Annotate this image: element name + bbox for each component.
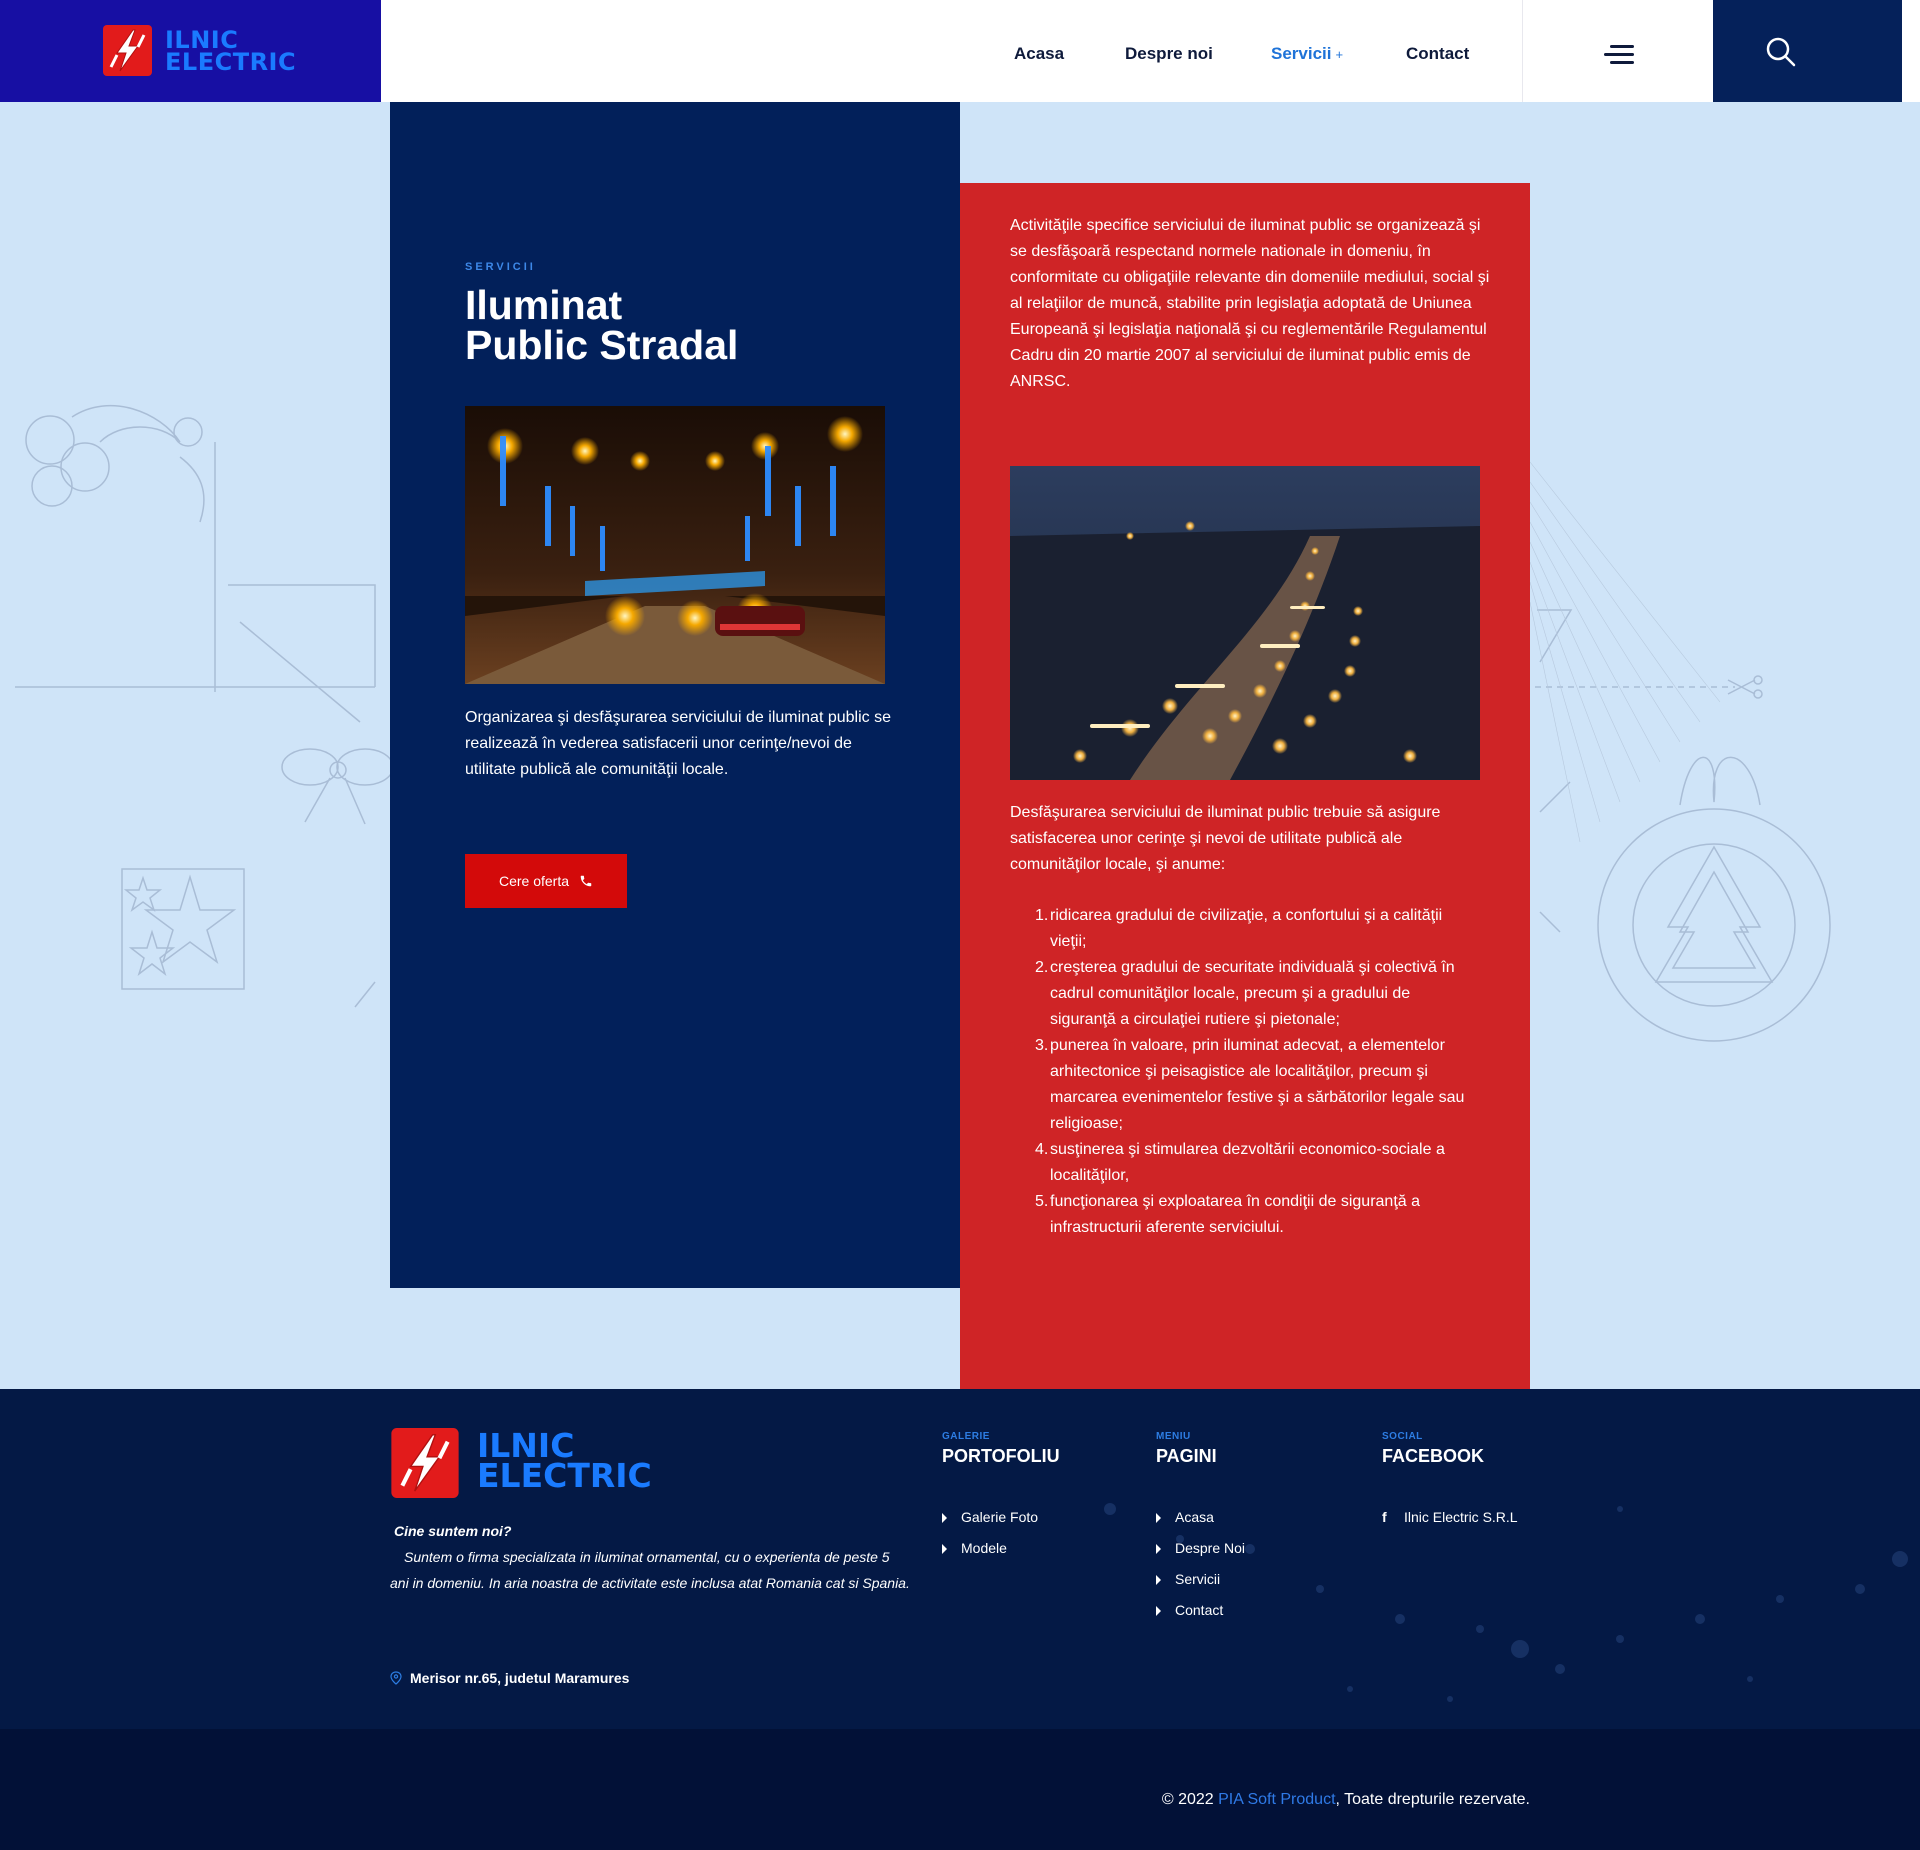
list-item-number: 1. (1035, 907, 1049, 924)
column-heading: PORTOFOLIU (942, 1446, 1060, 1466)
logo[interactable]: ILNIC ELECTRIC (0, 0, 381, 102)
caret-right-icon (1156, 1605, 1161, 1616)
footer-link-acasa[interactable]: Acasa (1156, 1502, 1245, 1533)
copyright-link[interactable]: PIA Soft Product (1218, 1791, 1335, 1808)
city-night-lights-photo (1010, 466, 1480, 780)
column-heading: FACEBOOK (1382, 1446, 1485, 1466)
nav-item-servicii[interactable]: Servicii + (1271, 44, 1343, 64)
lightning-logo-icon (103, 25, 152, 76)
list-item-number: 5. (1035, 1193, 1049, 1210)
copyright-suffix: , Toate drepturile rezervate. (1335, 1791, 1530, 1808)
footer-link-label: Modele (961, 1540, 1007, 1556)
nav-item-servicii-label: Servicii (1271, 44, 1332, 63)
section-eyebrow: SERVICII (465, 261, 536, 273)
header-divider (1522, 0, 1523, 102)
footer-column-portfolio: GALERIE PORTOFOLIU Galerie Foto Modele (942, 1431, 1060, 1564)
caret-right-icon (942, 1512, 947, 1523)
list-item-number: 2. (1035, 959, 1049, 976)
list-item-text: ridicarea gradului de civilizaţie, a con… (1050, 907, 1443, 950)
column-eyebrow: MENIU (1156, 1431, 1191, 1442)
footer-bottom-bar: © 2022 PIA Soft Product, Toate drepturil… (0, 1729, 1920, 1850)
footer-brand-name: ILNIC ELECTRIC (477, 1429, 652, 1495)
footer-link-label: Ilnic Electric S.R.L (1404, 1509, 1518, 1525)
copyright-prefix: © 2022 (1161, 1791, 1219, 1808)
address-text: Merisor nr.65, judetul Maramures (410, 1670, 630, 1686)
page-title-line-1: Iluminat (465, 282, 623, 328)
footer-link-label: Contact (1175, 1602, 1224, 1618)
nav-item-servicii-plus: + (1335, 47, 1344, 62)
caret-right-icon (1156, 1512, 1161, 1523)
brand-name: ILNIC ELECTRIC (165, 28, 297, 76)
list-item: 2. creşterea gradului de securitate indiv… (1010, 955, 1480, 1033)
footer-link-label: Despre Noi (1175, 1540, 1246, 1556)
map-pin-icon (390, 1671, 402, 1685)
list-item-number: 3. (1035, 1037, 1049, 1054)
request-offer-label: Cere oferta (498, 873, 570, 889)
list-item: 1. ridicarea gradului de civilizaţie, a c… (1010, 903, 1480, 955)
footer-link-contact[interactable]: Contact (1156, 1595, 1245, 1626)
footer-link-modele[interactable]: Modele (942, 1533, 1060, 1564)
request-offer-button[interactable]: Cere oferta (465, 854, 627, 908)
nav-item-acasa[interactable]: Acasa (1014, 44, 1064, 64)
footer-link-despre-noi[interactable]: Despre Noi (1156, 1533, 1245, 1564)
footer-link-servicii[interactable]: Servicii (1156, 1564, 1245, 1595)
caret-right-icon (1156, 1543, 1161, 1554)
list-item-text: creşterea gradului de securitate individ… (1050, 959, 1455, 1028)
nav-item-contact[interactable]: Contact (1406, 44, 1469, 64)
nav-item-despre-noi[interactable]: Despre noi (1125, 44, 1213, 64)
footer-link-label: Acasa (1175, 1509, 1214, 1525)
footer-link-galerie-foto[interactable]: Galerie Foto (942, 1502, 1060, 1533)
address: Merisor nr.65, judetul Maramures (390, 1670, 629, 1686)
footer-link-label: Galerie Foto (961, 1509, 1039, 1525)
list-item-text: funcţionarea şi exploatarea în condiţii … (1050, 1193, 1421, 1236)
details-paragraph-2: Desfăşurarea serviciului de iluminat pub… (1010, 804, 1441, 873)
page-title-line-2: Public Stradal (465, 322, 739, 368)
caret-right-icon (1156, 1574, 1161, 1585)
footer-lightning-logo-icon (391, 1428, 459, 1498)
footer-column-pages: MENIU PAGINI Acasa Despre Noi Servicii C… (1156, 1431, 1245, 1626)
service-intro-text: Organizarea şi desfăşurarea serviciului … (465, 709, 891, 778)
search-button[interactable] (1713, 0, 1902, 102)
list-item-text: susţinerea şi stimularea dezvoltării eco… (1050, 1141, 1445, 1184)
footer-column-social: SOCIAL FACEBOOK f Ilnic Electric S.R.L (1382, 1431, 1518, 1533)
about-text: Suntem o firma specializata in iluminat … (390, 1549, 910, 1591)
service-details-panel: Activităţile specifice serviciului de il… (960, 183, 1530, 1389)
requirements-list: 1. ridicarea gradului de civilizaţie, a c… (1010, 903, 1480, 1241)
details-paragraph-1: Activităţile specifice serviciului de il… (1010, 217, 1490, 390)
footer-link-facebook[interactable]: f Ilnic Electric S.R.L (1382, 1502, 1518, 1533)
page-title: Iluminat Public Stradal (465, 282, 739, 368)
service-intro-panel: SERVICII Iluminat Public Stradal Organiz… (390, 102, 960, 1288)
search-icon (1766, 37, 1796, 67)
phone-icon (580, 875, 592, 887)
footer-link-label: Servicii (1175, 1571, 1221, 1587)
site-header: ILNIC ELECTRIC Acasa Despre noi Servicii… (0, 0, 1920, 102)
copyright: © 2022 PIA Soft Product, Toate drepturil… (1162, 1791, 1530, 1809)
list-item: 3. punerea în valoare, prin iluminat adec… (1010, 1033, 1480, 1137)
column-eyebrow: SOCIAL (1382, 1431, 1423, 1442)
footer-brand-line-2: ELECTRIC (477, 1456, 652, 1495)
hamburger-menu-icon[interactable] (1604, 45, 1634, 65)
column-eyebrow: GALERIE (942, 1431, 990, 1442)
list-item: 5. funcţionarea şi exploatarea în condiţi… (1010, 1189, 1480, 1241)
column-heading: PAGINI (1156, 1446, 1217, 1466)
brand-line-2: ELECTRIC (165, 48, 297, 76)
site-footer: ILNIC ELECTRIC Cine suntem noi? Suntem o… (0, 1389, 1920, 1729)
about-heading: Cine suntem noi? (394, 1523, 512, 1539)
facebook-icon: f (1382, 1509, 1387, 1525)
list-item-number: 4. (1035, 1141, 1049, 1158)
list-item: 4. susţinerea şi stimularea dezvoltării e… (1010, 1137, 1480, 1189)
caret-right-icon (942, 1543, 947, 1554)
street-lights-photo (465, 406, 885, 684)
list-item-text: punerea în valoare, prin iluminat adecva… (1050, 1037, 1465, 1132)
